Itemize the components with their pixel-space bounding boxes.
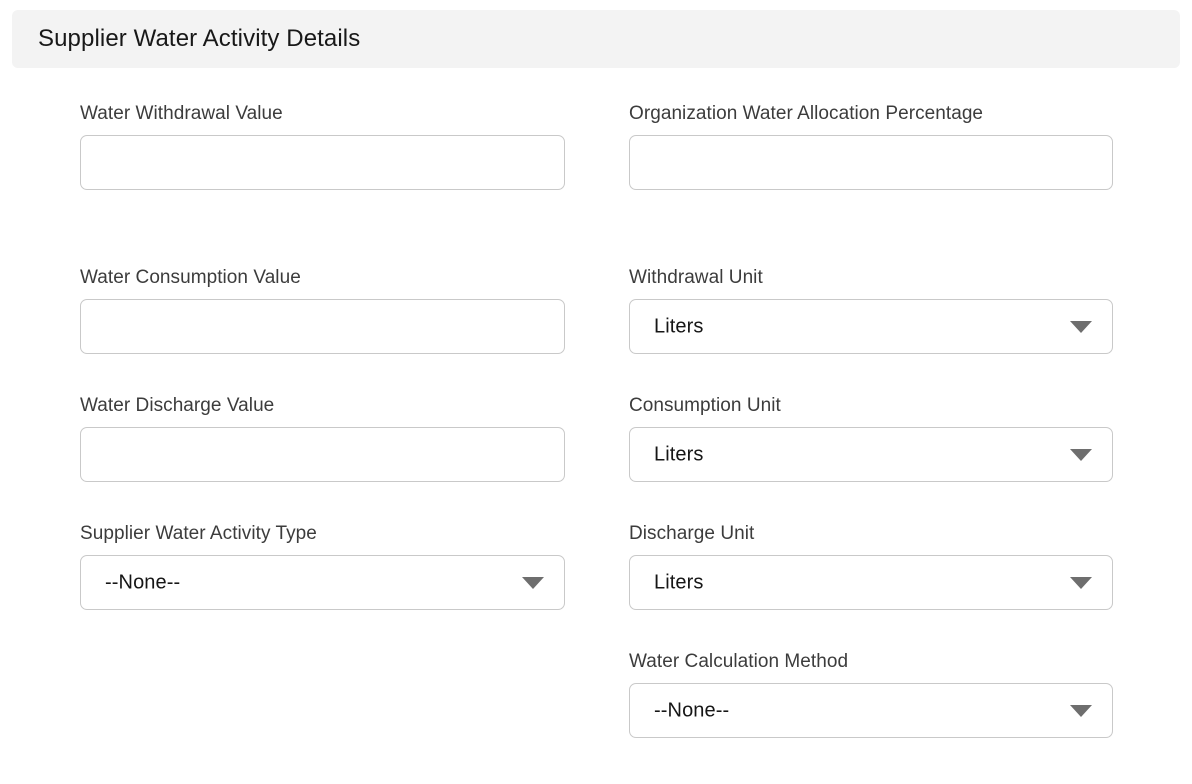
- chevron-down-icon: [1070, 448, 1092, 461]
- input-organization-water-allocation-percentage[interactable]: [629, 135, 1113, 190]
- field-label-consumption-unit: Consumption Unit: [629, 395, 781, 416]
- section-header: Supplier Water Activity Details: [12, 10, 1180, 68]
- select-discharge-unit[interactable]: Liters: [629, 555, 1113, 610]
- field-label-withdrawal-unit: Withdrawal Unit: [629, 267, 763, 288]
- field-supplier-water-activity-type: Supplier Water Activity Type --None--: [80, 521, 565, 610]
- input-water-withdrawal-value[interactable]: [80, 135, 565, 190]
- field-discharge-unit: Discharge Unit Liters: [629, 521, 1113, 610]
- select-value-supplier-water-activity-type: --None--: [105, 571, 181, 593]
- select-supplier-water-activity-type[interactable]: --None--: [80, 555, 565, 610]
- page-title: Supplier Water Activity Details: [38, 25, 361, 52]
- field-water-discharge-value: Water Discharge Value: [80, 393, 565, 482]
- field-water-withdrawal-value: Water Withdrawal Value: [80, 101, 565, 190]
- form-body: Water Withdrawal Value Water Consumption…: [0, 68, 1192, 784]
- field-label-water-calculation-method: Water Calculation Method: [629, 651, 849, 672]
- chevron-down-icon: [1070, 320, 1092, 333]
- chevron-down-icon: [1070, 576, 1092, 589]
- select-value-water-calculation-method: --None--: [654, 699, 730, 721]
- field-label-water-discharge-value: Water Discharge Value: [80, 395, 275, 416]
- field-water-calculation-method: Water Calculation Method --None--: [629, 649, 1113, 738]
- field-label-discharge-unit: Discharge Unit: [629, 523, 755, 544]
- field-label-supplier-water-activity-type: Supplier Water Activity Type: [80, 523, 317, 544]
- select-value-consumption-unit: Liters: [654, 443, 704, 465]
- chevron-down-icon: [1070, 704, 1092, 717]
- field-label-water-withdrawal-value: Water Withdrawal Value: [80, 103, 283, 124]
- field-label-organization-water-allocation-percentage: Organization Water Allocation Percentage: [629, 103, 984, 124]
- field-organization-water-allocation-percentage: Organization Water Allocation Percentage: [629, 101, 1113, 190]
- input-water-discharge-value[interactable]: [80, 427, 565, 482]
- select-value-discharge-unit: Liters: [654, 571, 704, 593]
- field-water-consumption-value: Water Consumption Value: [80, 265, 565, 354]
- select-value-withdrawal-unit: Liters: [654, 315, 704, 337]
- field-consumption-unit: Consumption Unit Liters: [629, 393, 1113, 482]
- chevron-down-icon: [522, 576, 544, 589]
- field-withdrawal-unit: Withdrawal Unit Liters: [629, 265, 1113, 354]
- input-water-consumption-value[interactable]: [80, 299, 565, 354]
- field-label-water-consumption-value: Water Consumption Value: [80, 267, 301, 288]
- select-consumption-unit[interactable]: Liters: [629, 427, 1113, 482]
- select-withdrawal-unit[interactable]: Liters: [629, 299, 1113, 354]
- select-water-calculation-method[interactable]: --None--: [629, 683, 1113, 738]
